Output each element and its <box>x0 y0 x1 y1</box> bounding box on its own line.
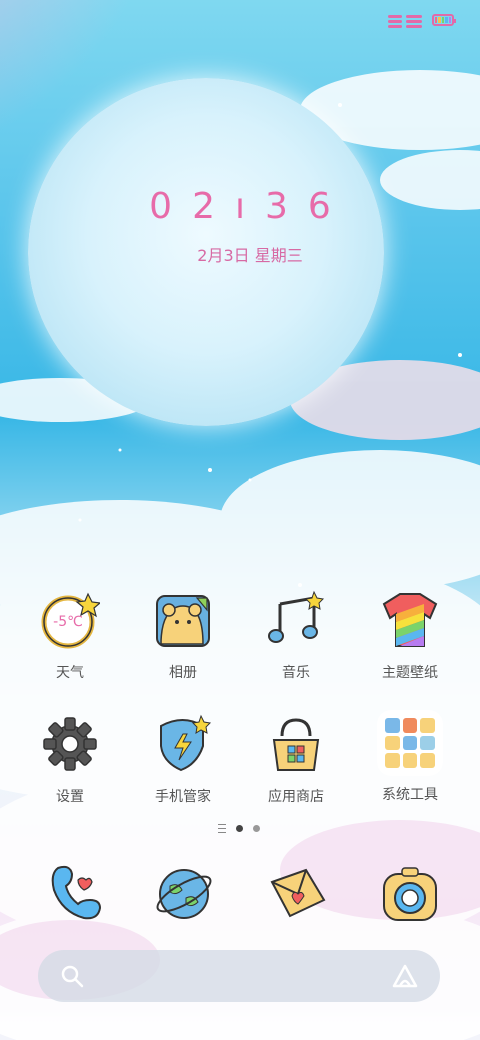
app-label: 相册 <box>169 665 197 681</box>
browser-planet-icon[interactable] <box>152 862 216 926</box>
clock-minute: 36 <box>265 186 351 227</box>
search-bar[interactable] <box>38 950 440 1002</box>
app-gallery[interactable]: 相册 <box>133 590 233 682</box>
app-settings[interactable]: 设置 <box>20 714 120 806</box>
gallery-icon <box>156 595 210 647</box>
system-tools-folder-icon <box>377 710 443 776</box>
search-icon[interactable] <box>60 964 84 988</box>
signal-icon <box>388 12 426 28</box>
camera-icon[interactable] <box>378 862 442 926</box>
app-label: 系统工具 <box>382 787 438 803</box>
phone-manager-icon <box>160 714 212 772</box>
messages-envelope-icon[interactable] <box>266 862 330 926</box>
weather-temp: -5℃ <box>53 614 83 630</box>
music-icon <box>268 590 325 643</box>
settings-gear-icon <box>43 717 97 771</box>
app-store[interactable]: 应用商店 <box>246 714 346 806</box>
page-indicator[interactable] <box>218 824 260 833</box>
app-music[interactable]: 音乐 <box>246 590 346 682</box>
app-system-tools[interactable]: 系统工具 <box>360 710 460 804</box>
battery-icon <box>432 14 456 26</box>
phone-icon[interactable] <box>44 860 108 924</box>
app-label: 手机管家 <box>155 789 211 805</box>
app-label: 设置 <box>56 789 84 805</box>
app-label: 应用商店 <box>268 789 324 805</box>
app-label: 主题壁纸 <box>382 665 438 681</box>
status-bar <box>388 12 456 28</box>
page-indicator-menu[interactable] <box>218 824 226 833</box>
clock-time[interactable]: 02ı36 <box>0 186 480 227</box>
app-label: 音乐 <box>282 665 310 681</box>
clock-hour: 02 <box>149 186 235 227</box>
app-theme[interactable]: 主题壁纸 <box>360 590 460 682</box>
app-store-icon <box>272 718 320 771</box>
page-dot[interactable] <box>253 825 260 832</box>
clock-separator: ı <box>234 186 265 227</box>
app-phone-manager[interactable]: 手机管家 <box>133 714 233 806</box>
assistant-icon[interactable] <box>392 964 418 988</box>
weather-icon: -5℃ <box>41 592 102 649</box>
app-label: 天气 <box>56 665 84 681</box>
clock-date: 2月3日 星期三 <box>197 246 303 265</box>
app-weather[interactable]: -5℃ 天气 <box>20 590 120 682</box>
theme-icon <box>382 593 438 647</box>
page-dot-active[interactable] <box>236 825 243 832</box>
